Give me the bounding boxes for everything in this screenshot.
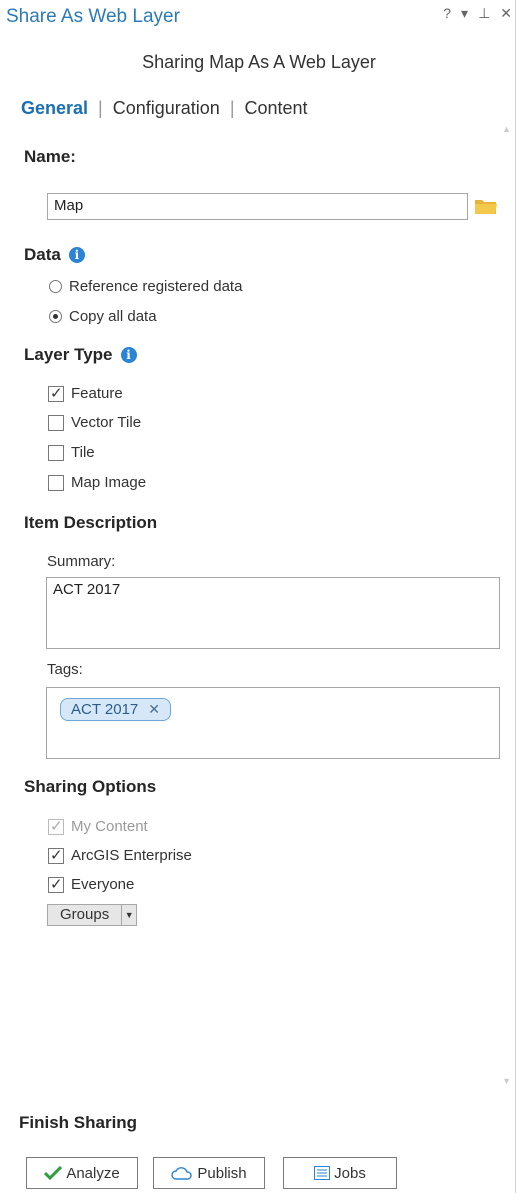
checkbox-label: ArcGIS Enterprise [71, 847, 192, 864]
checkbox-tile[interactable]: Tile [48, 444, 95, 461]
scroll-up-arrow[interactable]: ▲ [502, 124, 511, 134]
checkmark-icon [44, 1166, 63, 1180]
checkbox-arcgis-enterprise[interactable]: ArcGIS Enterprise [48, 846, 192, 864]
pane-subtitle: Sharing Map As A Web Layer [142, 52, 376, 72]
checkbox-label: Feature [71, 385, 123, 402]
radio-button[interactable] [49, 310, 62, 323]
checkbox[interactable] [48, 384, 64, 402]
checkbox[interactable] [48, 444, 64, 461]
checkbox[interactable] [48, 846, 64, 864]
groups-label: Groups [60, 906, 110, 923]
jobs-button[interactable]: Jobs [283, 1157, 397, 1189]
tab-general[interactable]: General [19, 98, 90, 119]
publish-label: Publish [197, 1164, 247, 1182]
tab-configuration[interactable]: Configuration [111, 98, 222, 119]
pane-title: Share As Web Layer [6, 6, 180, 27]
radio-button[interactable] [49, 280, 62, 293]
options-dropdown-icon[interactable]: ▾ [461, 5, 468, 22]
radio-label: Copy all data [69, 308, 157, 325]
radio-label: Reference registered data [69, 278, 243, 295]
pin-icon[interactable]: ⊥ [478, 5, 490, 22]
browse-folder-icon[interactable] [474, 197, 498, 215]
radio-reference-registered-data[interactable]: Reference registered data [49, 278, 242, 295]
pane-titlebar: Share As Web Layer ? ▾ ⊥ ✕ [0, 0, 518, 34]
groups-dropdown-button[interactable]: Groups ▼ [47, 904, 138, 926]
close-icon[interactable]: ✕ [500, 5, 512, 22]
checkbox-label: Everyone [71, 876, 135, 893]
jobs-label: Jobs [334, 1164, 366, 1182]
tag-chip: ACT 2017 ✕ [60, 698, 171, 721]
tags-label: Tags: [47, 661, 83, 678]
share-pane: Share As Web Layer ? ▾ ⊥ ✕ Sharing Map A… [0, 0, 516, 1193]
data-label: Data [24, 245, 61, 264]
summary-label: Summary: [47, 553, 116, 570]
tab-separator: | [229, 98, 235, 118]
info-icon[interactable]: i [68, 247, 85, 263]
sharing-options-heading: Sharing Options [24, 777, 157, 796]
info-icon[interactable]: i [120, 347, 137, 363]
help-icon[interactable]: ? [443, 5, 451, 22]
radio-copy-all-data[interactable]: Copy all data [49, 308, 157, 325]
analyze-label: Analyze [66, 1164, 120, 1182]
summary-textarea[interactable]: ACT 2017 [46, 577, 500, 649]
cloud-icon [171, 1167, 193, 1180]
finish-sharing-heading: Finish Sharing [19, 1113, 138, 1132]
checkbox[interactable] [48, 875, 64, 893]
checkbox-map-image[interactable]: Map Image [48, 474, 146, 491]
item-description-heading: Item Description [24, 513, 158, 532]
checkbox-feature[interactable]: Feature [48, 384, 123, 402]
checkbox[interactable] [48, 414, 64, 431]
summary-value: ACT 2017 [53, 581, 121, 598]
layer-type-label: Layer Type [24, 345, 113, 364]
tab-separator: | [98, 98, 103, 118]
checkbox-label: My Content [71, 818, 148, 835]
checkbox-vector-tile[interactable]: Vector Tile [48, 414, 141, 431]
scroll-down-arrow[interactable]: ▼ [502, 1076, 511, 1086]
chevron-down-icon[interactable]: ▼ [121, 905, 136, 925]
tag-label: ACT 2017 [71, 701, 139, 718]
data-heading: Data i [24, 245, 85, 265]
checkbox [48, 817, 64, 835]
tab-content[interactable]: Content [243, 98, 310, 119]
remove-tag-icon[interactable]: ✕ [148, 701, 160, 718]
name-input-value: Map [54, 197, 84, 214]
checkbox-everyone[interactable]: Everyone [48, 875, 135, 893]
publish-button[interactable]: Publish [153, 1157, 265, 1189]
name-input[interactable]: Map [47, 193, 468, 220]
checkbox-label: Tile [71, 444, 95, 461]
checkbox-label: Vector Tile [71, 414, 142, 431]
tab-bar: General | Configuration | Content [19, 98, 310, 119]
window-controls: ? ▾ ⊥ ✕ [443, 5, 512, 22]
checkbox[interactable] [48, 474, 64, 491]
checkbox-my-content: My Content [48, 817, 148, 835]
analyze-button[interactable]: Analyze [26, 1157, 138, 1189]
checkbox-label: Map Image [71, 474, 147, 491]
job-list-icon [314, 1166, 331, 1180]
layer-type-heading: Layer Type i [24, 345, 137, 365]
name-heading: Name: [24, 147, 76, 166]
